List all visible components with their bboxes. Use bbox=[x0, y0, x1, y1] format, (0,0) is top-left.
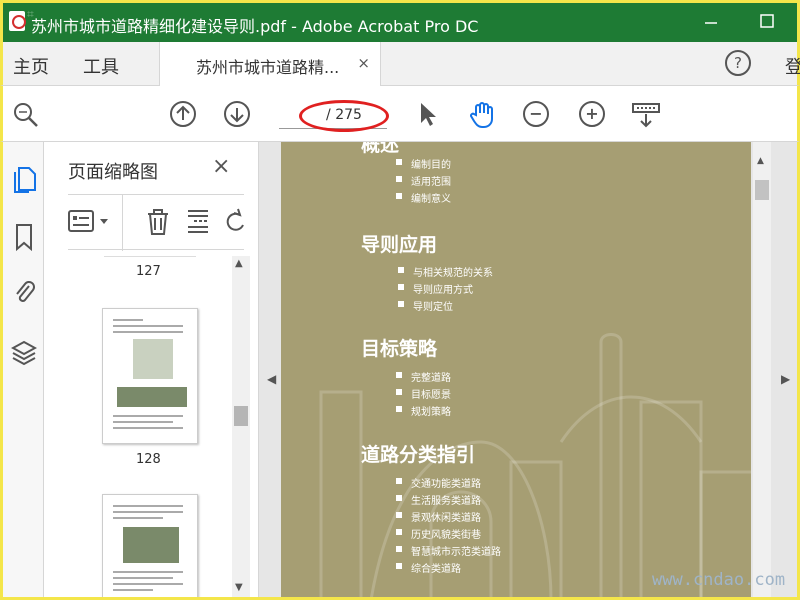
thumbnail-image bbox=[123, 527, 179, 563]
section-heading: 导则应用 bbox=[361, 234, 438, 256]
delete-page-icon[interactable] bbox=[144, 207, 172, 241]
thumbnail-text-line bbox=[113, 415, 183, 417]
zoom-out-icon[interactable]: − bbox=[523, 101, 549, 127]
page-thumbnails-panel: 页面缩略图 × 127 128 ▲ ▼ bbox=[44, 142, 259, 600]
attachment-icon[interactable] bbox=[11, 278, 37, 308]
page-thumbnail[interactable] bbox=[102, 494, 198, 600]
maximize-icon[interactable] bbox=[755, 11, 779, 31]
section-item: 历史风貌类街巷 bbox=[396, 526, 481, 541]
page-thumbnail[interactable] bbox=[102, 308, 198, 444]
help-icon[interactable]: ? bbox=[725, 50, 751, 76]
panel-toolbar-divider bbox=[122, 195, 123, 251]
collapse-left-icon[interactable]: ◀ bbox=[267, 372, 276, 386]
thumbnail-text-line bbox=[113, 589, 153, 591]
scroll-mode-icon[interactable] bbox=[631, 100, 660, 128]
rotate-page-icon[interactable] bbox=[222, 207, 246, 241]
section-item: 目标愿景 bbox=[396, 386, 451, 401]
tab-tools[interactable]: 工具 bbox=[83, 53, 119, 79]
search-icon[interactable] bbox=[11, 100, 39, 128]
tab-document[interactable]: 苏州市城市道路精... × bbox=[159, 42, 381, 86]
doc-scroll-up-icon[interactable]: ▲ bbox=[757, 156, 764, 166]
section-item: 智慧城市示范类道路 bbox=[396, 543, 501, 558]
thumbnail-text-line bbox=[113, 325, 183, 327]
section-item: 完整道路 bbox=[396, 369, 451, 384]
thumbnail-image bbox=[117, 387, 187, 407]
layers-icon[interactable] bbox=[10, 338, 38, 368]
city-skyline-illustration bbox=[319, 333, 751, 600]
document-view[interactable]: ◀ 概述 编制目的 适用范围 编制意义 导则应用 与相关规范的关系 导则应用方式… bbox=[259, 142, 800, 600]
section-item: 综合类道路 bbox=[396, 560, 461, 575]
thumbnail-scrollbar[interactable]: ▲ ▼ bbox=[232, 256, 250, 600]
section-item: 景观休闲类道路 bbox=[396, 509, 481, 524]
main-toolbar: / 275 − + bbox=[0, 86, 800, 142]
page-down-icon[interactable] bbox=[223, 100, 251, 128]
document-scroll-thumb[interactable] bbox=[755, 180, 769, 200]
window-title: 苏州市城市道路精细化建设导则.pdf - Adobe Acrobat Pro D… bbox=[31, 17, 479, 36]
minimize-icon[interactable] bbox=[699, 11, 723, 31]
zoom-in-icon[interactable]: + bbox=[579, 101, 605, 127]
panel-close-icon[interactable]: × bbox=[212, 154, 230, 179]
hand-tool-icon[interactable] bbox=[467, 100, 495, 128]
acrobat-app-icon[interactable] bbox=[9, 11, 26, 31]
section-item: 编制意义 bbox=[396, 190, 451, 205]
page-thumbnails-icon[interactable] bbox=[11, 164, 37, 194]
login-link[interactable]: 登 bbox=[785, 53, 800, 79]
scroll-up-arrow-icon[interactable]: ▲ bbox=[235, 258, 243, 269]
tab-bar: 主页 工具 苏州市城市道路精... × ? 登 bbox=[0, 42, 800, 86]
panel-toolbar bbox=[68, 194, 246, 251]
thumbnail-text-line bbox=[113, 577, 173, 579]
thumbnail-image bbox=[133, 339, 173, 379]
title-bar: ⌗ 苏州市城市道路精细化建设导则.pdf - Adobe Acrobat Pro… bbox=[0, 0, 800, 42]
section-item: 导则定位 bbox=[398, 298, 453, 313]
close-tab-icon[interactable]: × bbox=[357, 54, 370, 72]
section-item: 编制目的 bbox=[396, 156, 451, 171]
panel-title: 页面缩略图 bbox=[68, 162, 158, 183]
thumbnail-options-icon[interactable] bbox=[68, 209, 112, 239]
section-item: 与相关规范的关系 bbox=[398, 264, 493, 279]
thumbnail-text-line bbox=[113, 583, 183, 585]
section-item: 交通功能类道路 bbox=[396, 475, 481, 490]
select-arrow-icon[interactable] bbox=[415, 100, 443, 128]
section-item: 生活服务类道路 bbox=[396, 492, 481, 507]
bookmark-icon[interactable] bbox=[11, 222, 37, 252]
tab-document-label: 苏州市城市道路精... bbox=[196, 58, 340, 77]
pdf-page: 概述 编制目的 适用范围 编制意义 导则应用 与相关规范的关系 导则应用方式 导… bbox=[281, 142, 751, 600]
thumbnail-scroll-thumb[interactable] bbox=[234, 406, 248, 426]
section-heading: 道路分类指引 bbox=[361, 444, 476, 466]
thumbnail-text-line bbox=[113, 319, 143, 321]
section-heading: 概述 bbox=[361, 142, 400, 156]
thumbnail-text-line bbox=[113, 517, 163, 519]
site-watermark: www.cndao.com bbox=[652, 570, 786, 590]
section-item: 导则应用方式 bbox=[398, 281, 473, 296]
thumbnail-text-line bbox=[113, 331, 183, 333]
page-number-label: 128 bbox=[136, 452, 161, 467]
thumbnail-text-line bbox=[113, 511, 183, 513]
collapse-right-icon[interactable]: ▶ bbox=[781, 372, 790, 386]
thumbnail-divider bbox=[104, 256, 196, 257]
thumbnail-text-line bbox=[113, 427, 183, 429]
thumbnail-text-line bbox=[113, 505, 183, 507]
page-number-label: 127 bbox=[136, 264, 161, 279]
extract-pages-icon[interactable] bbox=[184, 207, 212, 241]
tab-home[interactable]: 主页 bbox=[13, 53, 49, 79]
thumbnail-text-line bbox=[113, 571, 183, 573]
section-heading: 目标策略 bbox=[361, 338, 438, 360]
page-up-icon[interactable] bbox=[169, 100, 197, 128]
navigation-rail bbox=[0, 142, 44, 600]
thumbnail-text-line bbox=[113, 421, 173, 423]
section-item: 规划策略 bbox=[396, 403, 451, 418]
document-scrollbar[interactable]: ▲ bbox=[753, 142, 771, 600]
highlight-ellipse bbox=[299, 100, 389, 132]
scroll-down-arrow-icon[interactable]: ▼ bbox=[235, 582, 243, 593]
section-item: 适用范围 bbox=[396, 173, 451, 188]
thumbnail-list[interactable]: 127 128 bbox=[44, 252, 234, 600]
